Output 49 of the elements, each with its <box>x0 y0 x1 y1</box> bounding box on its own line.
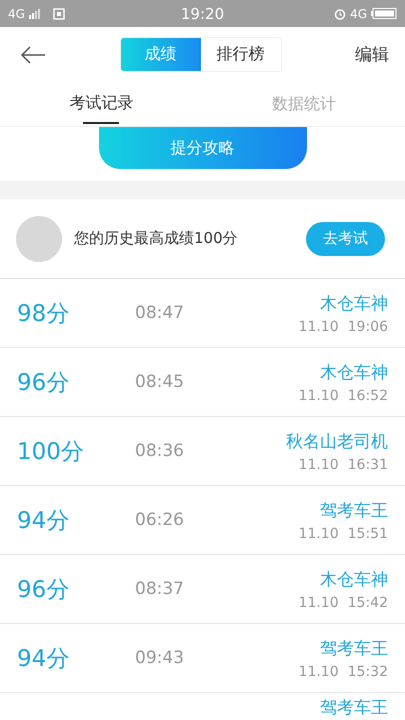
duration-text: 08:36 <box>135 441 185 461</box>
time-text: 15:32 <box>348 664 388 680</box>
duration-text: 06:26 <box>135 510 185 530</box>
date-text: 11.10 <box>298 664 339 680</box>
back-arrow-icon <box>20 46 46 64</box>
score-text: 96分 <box>17 368 70 398</box>
take-exam-button[interactable]: 去考试 <box>306 222 385 256</box>
time-text: 15:42 <box>348 594 388 610</box>
date-text: 11.10 <box>298 526 339 542</box>
tab[interactable]: 数据统计 <box>202 82 405 126</box>
network-label: 4G <box>350 6 368 20</box>
time-text: 19:06 <box>348 318 388 334</box>
user-name: 驾考车王 <box>320 500 388 522</box>
time-text: 16:31 <box>348 456 388 472</box>
duration-text: 08:45 <box>135 372 185 392</box>
avatar-placeholder <box>16 216 62 262</box>
score-text: 98分 <box>17 300 70 328</box>
alarm-icon <box>334 8 346 20</box>
user-name: 秋名山老司机 <box>286 430 388 452</box>
back-button[interactable] <box>20 46 46 64</box>
battery-icon <box>371 8 398 19</box>
app-icon <box>52 8 65 20</box>
score-text: 94分 <box>17 506 70 536</box>
user-name: 驾考车王 <box>320 638 388 660</box>
tab-underline <box>83 122 120 124</box>
date-text: 11.10 <box>298 318 339 334</box>
time-text: 15:51 <box>348 526 388 542</box>
score-text: 96分 <box>17 576 70 604</box>
tab[interactable]: 考试记录 <box>0 82 202 126</box>
score-text: 100分 <box>17 438 85 466</box>
duration-text: 09:43 <box>135 648 185 668</box>
date-text: 11.10 <box>298 456 339 472</box>
signal-icon <box>28 8 41 18</box>
user-name: 木仓车神 <box>320 362 388 384</box>
date-text: 11.10 <box>298 388 339 404</box>
duration-text: 08:47 <box>135 303 185 323</box>
edit-button[interactable]: 编辑 <box>355 43 389 66</box>
user-name: 驾考车王 <box>320 697 388 719</box>
network-label: 4G <box>8 6 25 20</box>
time-text: 16:52 <box>348 388 388 404</box>
score-text: 94分 <box>17 644 70 674</box>
user-name: 木仓车神 <box>320 568 388 590</box>
best-score-text: 您的历史最高成绩100分 <box>74 229 239 248</box>
duration-text: 08:37 <box>135 579 185 599</box>
user-name: 木仓车神 <box>320 292 388 314</box>
status-time: 19:20 <box>180 4 224 22</box>
date-text: 11.10 <box>298 594 339 610</box>
segment-tab[interactable]: 成绩 <box>120 38 200 71</box>
tips-button[interactable]: 提分攻略 <box>98 127 306 169</box>
